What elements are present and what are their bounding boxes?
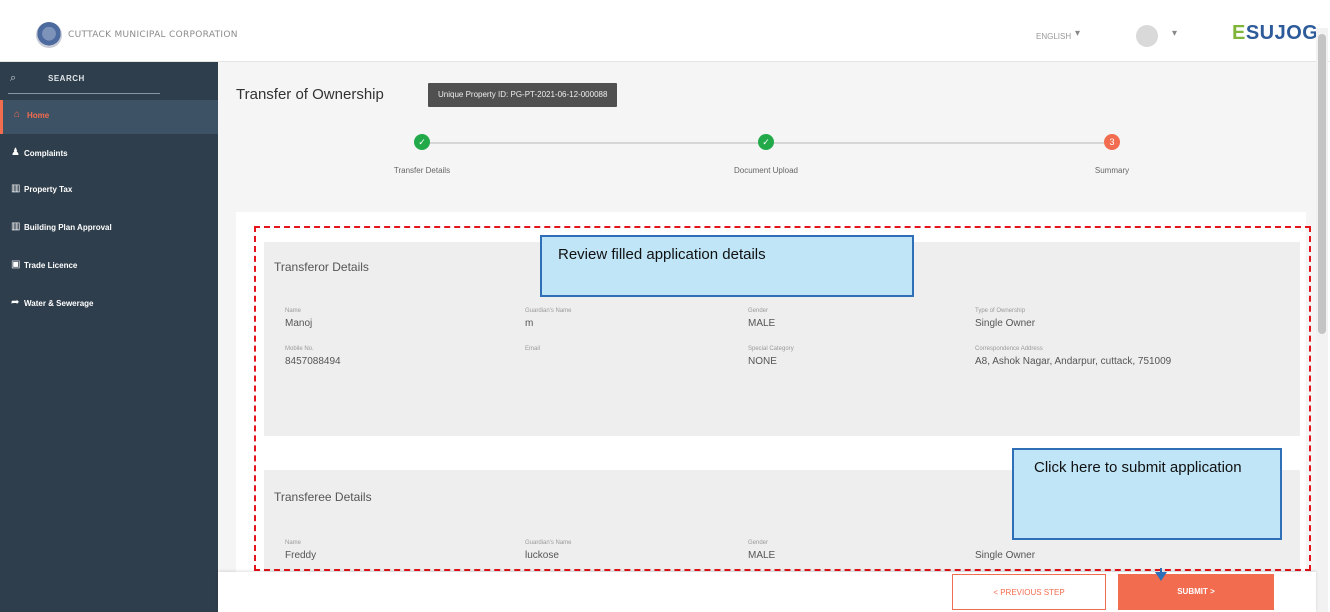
sidebar-search[interactable]: ⌕ SEARCH — [8, 68, 160, 94]
sidebar-item-building-plan[interactable]: ▥ Building Plan Approval — [0, 212, 218, 246]
language-selector[interactable]: ENGLISH — [1036, 32, 1071, 41]
sidebar-item-complaints[interactable]: ♟ Complaints — [0, 138, 218, 172]
home-icon: ⌂ — [14, 109, 21, 120]
complaints-icon: ♟ — [11, 147, 20, 158]
trade-icon: ▣ — [11, 259, 21, 270]
step-3-indicator: 3 — [1104, 134, 1120, 150]
org-name: CUTTACK MUNICIPAL CORPORATION — [68, 30, 238, 40]
previous-step-button[interactable]: < PREVIOUS STEP — [952, 574, 1106, 610]
top-bar: CUTTACK MUNICIPAL CORPORATION ENGLISH ▾ … — [0, 0, 1330, 62]
stepper-connector — [428, 142, 758, 144]
building-icon: ▥ — [11, 221, 21, 232]
municipal-emblem-logo — [36, 22, 62, 48]
sidebar-item-label: Complaints — [24, 149, 68, 158]
sidebar-item-label: Building Plan Approval — [24, 223, 112, 232]
chevron-down-icon[interactable]: ▾ — [1075, 28, 1080, 39]
search-label: SEARCH — [48, 74, 85, 83]
sidebar-item-label: Water & Sewerage — [24, 299, 94, 308]
submit-button[interactable]: SUBMIT > — [1118, 574, 1274, 610]
sidebar-item-water-sewerage[interactable]: ➦ Water & Sewerage — [0, 288, 218, 322]
sidebar-item-label: Home — [27, 111, 50, 120]
property-id-badge: Unique Property ID: PG-PT-2021-06-12-000… — [428, 83, 618, 107]
water-icon: ➦ — [11, 297, 20, 308]
sidebar-item-property-tax[interactable]: ▥ Property Tax — [0, 174, 218, 208]
submit-callout: Click here to submit application — [1012, 448, 1282, 540]
brand-logo: ESUJOG — [1232, 22, 1319, 44]
stepper-connector — [774, 142, 1104, 144]
step-label: Summary — [1094, 166, 1130, 175]
sidebar-item-home[interactable]: ⌂ Home — [0, 100, 218, 134]
page-title: Transfer of Ownership — [236, 86, 384, 103]
chevron-down-icon[interactable]: ▾ — [1172, 28, 1177, 39]
step-label: Transfer Details — [393, 166, 451, 175]
sidebar-item-trade-licence[interactable]: ▣ Trade Licence — [0, 250, 218, 284]
callout-arrow-head — [1155, 572, 1167, 581]
search-icon: ⌕ — [10, 72, 17, 84]
sidebar-item-label: Trade Licence — [24, 261, 78, 270]
step-2-check-icon: ✓ — [758, 134, 774, 150]
user-avatar[interactable] — [1136, 25, 1158, 47]
review-callout: Review filled application details — [540, 235, 914, 297]
sidebar: ⌕ SEARCH ⌂ Home ♟ Complaints ▥ Property … — [0, 62, 218, 612]
property-tax-icon: ▥ — [11, 183, 21, 194]
sidebar-item-label: Property Tax — [24, 185, 73, 194]
scrollbar-thumb[interactable] — [1318, 34, 1326, 334]
step-label: Document Upload — [733, 166, 799, 175]
vertical-scrollbar[interactable] — [1316, 28, 1328, 612]
step-1-check-icon: ✓ — [414, 134, 430, 150]
